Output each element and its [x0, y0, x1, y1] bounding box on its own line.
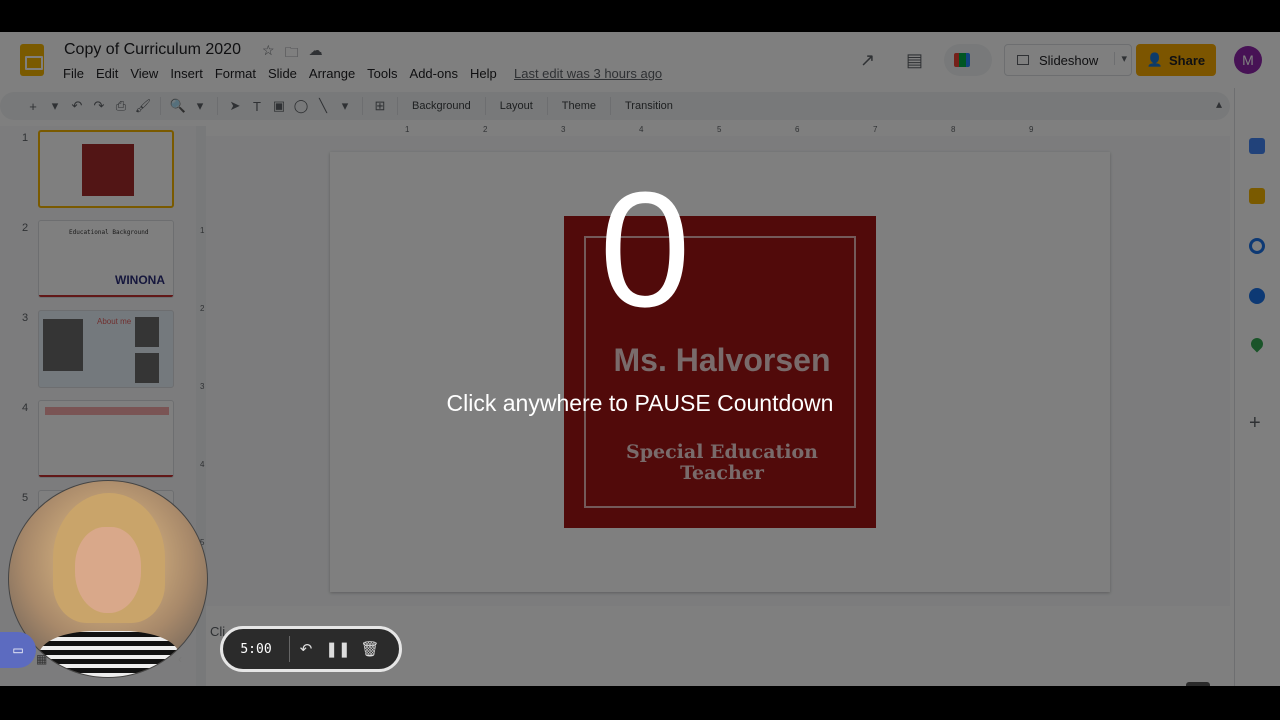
camera-toggle-icon[interactable]: ▭: [0, 632, 36, 668]
countdown-message: Click anywhere to PAUSE Countdown: [446, 390, 834, 416]
webcam-bubble[interactable]: [8, 480, 208, 678]
pause-icon[interactable]: ❚❚: [322, 640, 354, 658]
recording-controls: 5:00 ↶ ❚❚ 🗑: [220, 626, 402, 672]
webcam-face: [75, 527, 141, 613]
grid-view-icon[interactable]: ▦: [36, 652, 47, 666]
recording-timer: 5:00: [240, 641, 272, 657]
delete-icon[interactable]: 🗑: [354, 640, 386, 658]
restart-icon[interactable]: ↶: [290, 640, 322, 658]
countdown-number: 0: [599, 158, 691, 341]
webcam-shirt: [39, 631, 179, 677]
collapse-filmstrip-icon[interactable]: ‹: [178, 652, 182, 666]
